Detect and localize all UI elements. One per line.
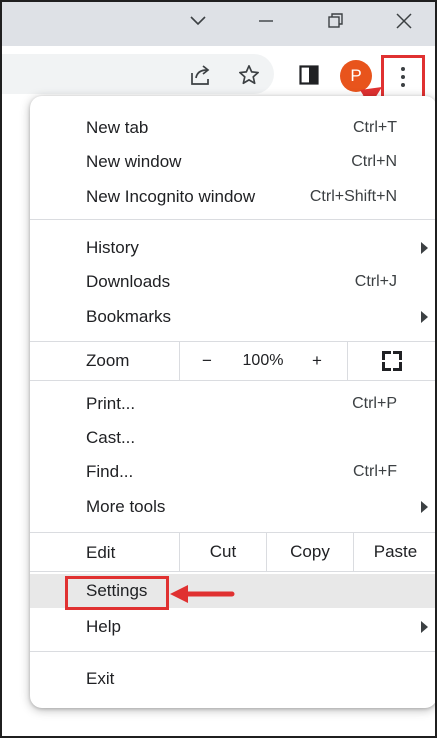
profile-initial: P	[350, 66, 362, 85]
menu-item-shortcut: Ctrl+F	[353, 463, 397, 480]
menu-separator	[30, 651, 435, 652]
menu-item-print[interactable]: Print... Ctrl+P	[30, 387, 435, 421]
menu-item-shortcut: Ctrl+P	[352, 395, 397, 412]
submenu-arrow-icon	[421, 311, 428, 323]
menu-item-history[interactable]: History	[30, 231, 435, 265]
page-content	[2, 102, 30, 736]
menu-item-help[interactable]: Help	[30, 610, 435, 644]
zoom-level: 100%	[230, 342, 296, 380]
menu-item-label: Exit	[86, 669, 115, 688]
bookmark-button[interactable]	[234, 60, 264, 90]
minimize-button[interactable]	[248, 8, 284, 34]
submenu-arrow-icon	[421, 242, 428, 254]
zoom-row: Zoom − 100% +	[30, 342, 435, 380]
menu-item-label: New tab	[86, 118, 149, 137]
zoom-out-button[interactable]: −	[190, 342, 224, 380]
browser-window: P New tab Ctrl+T New window Ctrl+N New I…	[0, 0, 437, 738]
edit-row: Edit Cut Copy Paste	[30, 533, 435, 571]
menu-item-shortcut: Ctrl+T	[353, 119, 397, 136]
tab-search-button[interactable]	[180, 8, 216, 34]
copy-button[interactable]: Copy	[267, 533, 353, 571]
menu-item-downloads[interactable]: Downloads Ctrl+J	[30, 265, 435, 299]
menu-item-exit[interactable]: Exit	[30, 662, 435, 696]
menu-item-bookmarks[interactable]: Bookmarks	[30, 300, 435, 334]
restore-button[interactable]	[318, 8, 354, 34]
menu-separator	[30, 571, 435, 572]
menu-item-shortcut: Ctrl+J	[354, 273, 397, 290]
zoom-in-label: +	[312, 351, 322, 370]
star-icon	[239, 65, 259, 85]
cut-button[interactable]: Cut	[180, 533, 266, 571]
menu-item-shortcut: Ctrl+N	[351, 153, 397, 170]
zoom-out-label: −	[202, 351, 212, 370]
menu-item-label: Help	[86, 617, 121, 636]
address-bar[interactable]	[2, 54, 274, 94]
restore-icon	[328, 13, 343, 28]
menu-item-cast[interactable]: Cast...	[30, 421, 435, 455]
menu-item-label: History	[86, 238, 139, 257]
menu-separator	[30, 219, 435, 220]
menu-item-label: Downloads	[86, 272, 171, 291]
menu-item-label: Settings	[86, 581, 148, 600]
menu-item-more-tools[interactable]: More tools	[30, 490, 435, 524]
title-bar	[2, 2, 435, 46]
fullscreen-icon	[382, 351, 402, 371]
edit-label: Edit	[86, 543, 116, 562]
share-button[interactable]	[187, 60, 217, 90]
menu-item-label: Print...	[86, 394, 136, 413]
menu-item-label: New Incognito window	[86, 187, 256, 206]
close-button[interactable]	[386, 8, 422, 34]
minimize-icon	[259, 20, 273, 22]
submenu-arrow-icon	[421, 621, 428, 633]
menu-item-label: Bookmarks	[86, 307, 172, 326]
menu-item-new-tab[interactable]: New tab Ctrl+T	[30, 111, 435, 145]
menu-item-label: New window	[86, 152, 182, 171]
fullscreen-button[interactable]	[370, 342, 414, 380]
menu-item-find[interactable]: Find... Ctrl+F	[30, 455, 435, 489]
menu-separator	[179, 342, 180, 380]
paste-label: Paste	[373, 542, 418, 561]
menu-separator	[30, 380, 435, 381]
menu-item-label: More tools	[86, 497, 166, 516]
cut-label: Cut	[209, 542, 237, 561]
side-panel-icon	[299, 65, 319, 85]
three-dots-icon[interactable]	[383, 57, 423, 97]
pointer-arrow-icon	[170, 585, 235, 603]
chrome-menu: New tab Ctrl+T New window Ctrl+N New Inc…	[30, 96, 435, 708]
zoom-in-button[interactable]: +	[300, 342, 334, 380]
submenu-arrow-icon	[421, 501, 428, 513]
close-icon	[396, 13, 412, 29]
menu-item-label: Find...	[86, 462, 134, 481]
menu-item-new-incognito[interactable]: New Incognito window Ctrl+Shift+N	[30, 180, 435, 214]
menu-item-label: Cast...	[86, 428, 136, 447]
copy-label: Copy	[290, 542, 330, 561]
paste-button[interactable]: Paste	[354, 533, 435, 571]
chevron-down-icon	[190, 16, 206, 26]
zoom-label: Zoom	[86, 351, 130, 370]
menu-item-shortcut: Ctrl+Shift+N	[309, 188, 397, 205]
menu-separator	[347, 342, 348, 380]
menu-item-new-window[interactable]: New window Ctrl+N	[30, 145, 435, 179]
share-icon	[191, 65, 210, 85]
zoom-value: 100%	[242, 352, 284, 369]
